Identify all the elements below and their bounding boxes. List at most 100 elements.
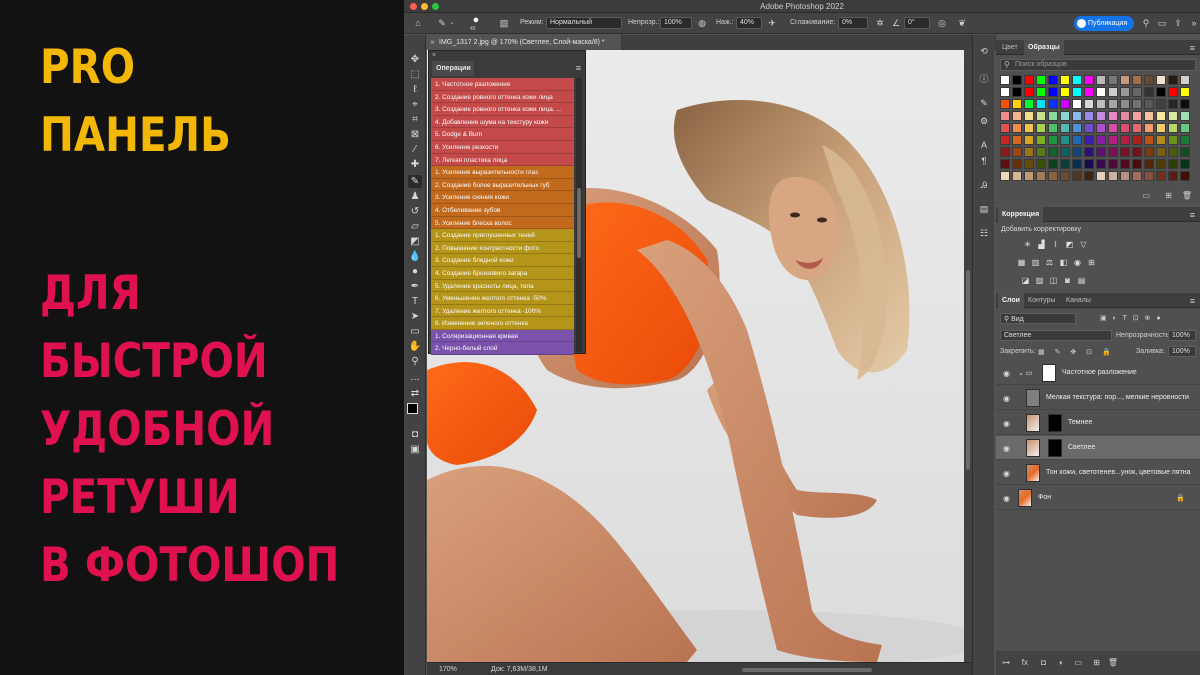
brushes-icon[interactable]: ✎ [978,97,990,109]
hue-saturation-icon[interactable]: ▥ [1030,258,1041,268]
folder-icon[interactable]: ⌄ ▭ [1018,369,1032,377]
recent-swatch[interactable] [1108,75,1118,85]
actions-scrollbar[interactable] [576,78,582,352]
visibility-eye-icon[interactable]: ◉ [1003,419,1010,428]
action-item[interactable]: 1. Усиление выразительности глаз [431,166,574,179]
layer-row[interactable]: ◉ Тон кожи, светотенев...унок, цветовые п… [996,461,1200,485]
color-swatch[interactable] [1024,135,1034,145]
move-tool-icon[interactable]: ✥ [408,53,422,66]
actions-scroll-thumb[interactable] [577,188,581,258]
dodge-tool-icon[interactable]: ● [408,265,422,278]
pressure-opacity-icon[interactable]: ◍ [696,17,708,29]
panel-menu-icon[interactable]: ≡ [1190,296,1195,306]
color-swatch[interactable] [1048,135,1058,145]
tab-color[interactable]: Цвет [1002,44,1018,51]
close-tab-icon[interactable]: × [430,38,435,47]
document-tab[interactable]: × IMG_1317 2.jpg @ 170% (Светлее, Слой-м… [427,35,622,50]
color-swatch[interactable] [1036,159,1046,169]
layer-mask-thumb[interactable] [1048,414,1062,432]
color-swatch[interactable] [1060,171,1070,181]
color-swatch[interactable] [1108,87,1118,97]
layer-row[interactable]: ◉ Светлее [996,436,1200,460]
color-swatch[interactable] [1060,159,1070,169]
color-swatch[interactable] [1108,159,1118,169]
color-swatch[interactable] [1168,111,1178,121]
home-icon[interactable]: ⌂ [412,17,424,29]
color-swatch[interactable] [1012,171,1022,181]
more-tools-icon[interactable]: … [408,371,422,384]
color-swatch[interactable] [1096,111,1106,121]
color-swatch[interactable] [1024,147,1034,157]
color-swatch[interactable] [1156,159,1166,169]
color-swatch[interactable] [1012,123,1022,133]
zoom-tool-icon[interactable]: ⚲ [408,355,422,368]
levels-icon[interactable]: ▟ [1036,240,1047,250]
recent-swatch[interactable] [1096,75,1106,85]
adjustment-layer-icon[interactable]: ◐ [1059,658,1064,667]
color-swatch[interactable] [1108,171,1118,181]
color-swatch[interactable] [1120,147,1130,157]
recent-swatch[interactable] [1144,75,1154,85]
color-swatch[interactable] [1096,99,1106,109]
layer-row[interactable]: ◉ Мелкая текстура: пор..., мелкие неровно… [996,386,1200,410]
new-swatch-icon[interactable]: ⊞ [1165,191,1172,200]
selective-color-icon[interactable]: ◙ [1062,276,1073,286]
action-item[interactable]: 2. Создание ровного оттенка кожи лица [431,90,574,104]
color-swatch[interactable] [1168,171,1178,181]
visibility-eye-icon[interactable]: ◉ [1003,394,1010,403]
panel-menu-icon[interactable]: ≡ [1190,210,1195,220]
channel-mixer-icon[interactable]: ⊞ [1086,258,1097,268]
pressure-field[interactable]: 40% [736,17,762,29]
color-swatch[interactable] [1180,111,1190,121]
posterize-icon[interactable]: ▨ [1034,276,1045,286]
color-swatch[interactable] [1132,123,1142,133]
search-icon[interactable]: ⚲ [1140,17,1152,29]
canvas-horizontal-scroll-thumb[interactable] [742,668,872,672]
vibrance-icon[interactable]: ▦ [1016,258,1027,268]
color-swatch[interactable] [1156,171,1166,181]
frame-tool-icon[interactable]: ⊠ [408,128,422,141]
color-swatch[interactable] [1132,99,1142,109]
visibility-eye-icon[interactable]: ◉ [1003,444,1010,453]
color-swatch[interactable] [1012,147,1022,157]
layer-thumb[interactable] [1026,464,1040,482]
action-item[interactable]: 1. Частотное разложение [431,78,574,91]
action-item[interactable]: 2. Создание более выразительных губ [431,178,574,192]
color-swatch[interactable] [1108,123,1118,133]
color-swatch[interactable] [1036,147,1046,157]
color-swatch[interactable] [1072,99,1082,109]
tab-actions[interactable]: Операции [432,61,474,76]
airbrush-icon[interactable]: ✈ [766,17,778,29]
color-swatch[interactable] [1180,147,1190,157]
folder-icon[interactable]: ▭ [1142,191,1150,200]
color-swatch[interactable] [1120,135,1130,145]
color-swatch[interactable] [1072,87,1082,97]
color-swatch[interactable] [1096,135,1106,145]
color-swatch[interactable] [1096,87,1106,97]
color-swatch[interactable] [1000,159,1010,169]
recent-swatch[interactable] [1036,75,1046,85]
color-swatch[interactable] [1072,111,1082,121]
color-swatch[interactable] [1168,99,1178,109]
color-swatch[interactable] [1000,87,1010,97]
color-swatch[interactable] [1096,159,1106,169]
lasso-tool-icon[interactable]: ℓ [408,83,422,96]
color-swatch[interactable] [1180,99,1190,109]
brush-tool-icon[interactable]: ✎ [408,175,422,188]
color-swatch[interactable] [1156,135,1166,145]
layer-thumb[interactable] [1026,439,1040,457]
gradient-fill-icon[interactable]: ▤ [1076,276,1087,286]
color-swatch[interactable] [1096,147,1106,157]
color-swatch[interactable] [1168,159,1178,169]
swatch-search-input[interactable]: ⚲ Поиск образцов [1000,59,1196,71]
paragraph-icon[interactable]: ¶ [978,155,990,167]
color-swatch[interactable] [1156,123,1166,133]
action-item[interactable]: 1. Соляризационная кривая [431,329,574,343]
color-swatch[interactable] [1168,87,1178,97]
color-swatch[interactable] [1048,171,1058,181]
brush-settings-icon[interactable]: ▧ [498,17,510,29]
lock-icon[interactable]: 🔒 [1176,494,1185,502]
eraser-tool-icon[interactable]: ▱ [408,220,422,233]
color-balance-icon[interactable]: ⚖ [1044,258,1055,268]
lock-options-icons[interactable]: ▦ ✎ ✥ ⊡ 🔒 [1038,348,1115,356]
